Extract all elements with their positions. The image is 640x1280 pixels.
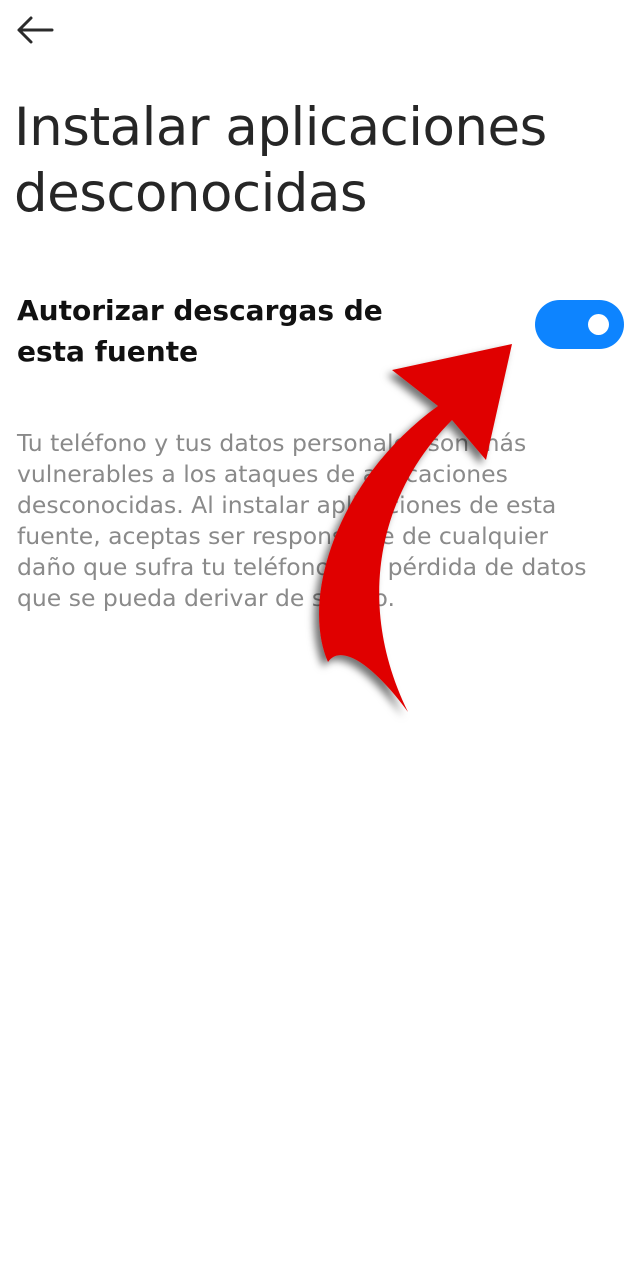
allow-downloads-setting[interactable]: Autorizar descargas de esta fuente	[0, 284, 640, 374]
page-title: Instalar aplicaciones desconocidas	[14, 97, 547, 224]
toggle-knob	[588, 314, 609, 335]
allow-downloads-toggle[interactable]	[535, 300, 624, 349]
description-text: Tu teléfono y tus datos personales son m…	[17, 429, 587, 612]
setting-label: Autorizar descargas de esta fuente	[17, 294, 383, 368]
screen: Instalar aplicaciones desconocidas Autor…	[0, 0, 640, 1280]
arrow-left-icon	[14, 15, 54, 45]
back-button[interactable]	[14, 8, 70, 52]
